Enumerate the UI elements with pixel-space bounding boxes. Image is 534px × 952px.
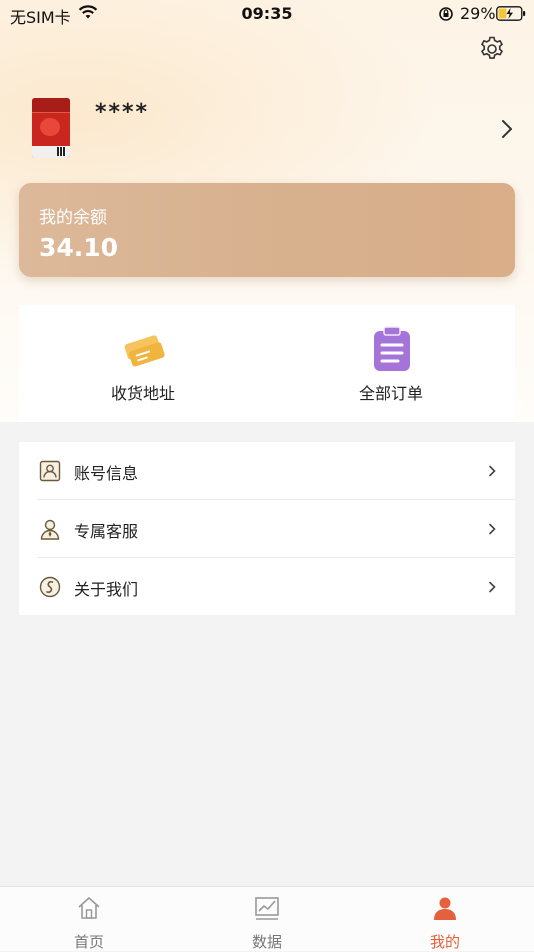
tab-bar: 首页 数据 我的 — [0, 886, 534, 951]
tab-mine-label: 我的 — [429, 933, 460, 951]
account-info-label: 账号信息 — [74, 464, 139, 483]
menu-item-account-info[interactable]: 账号信息 — [19, 442, 515, 499]
quick-actions: 收货地址 全部订单 — [19, 305, 515, 422]
about-icon — [39, 576, 61, 598]
about-us-label: 关于我们 — [74, 580, 139, 599]
menu-item-about-us[interactable]: 关于我们 — [19, 558, 515, 615]
orientation-lock-icon — [439, 7, 453, 21]
customer-service-icon — [40, 519, 60, 540]
gear-icon[interactable] — [478, 35, 506, 63]
balance-value: 34.10 — [39, 233, 119, 262]
chevron-right-icon — [489, 465, 496, 477]
tab-data-label: 数据 — [251, 933, 282, 951]
tab-home-label: 首页 — [73, 933, 104, 951]
tab-mine[interactable]: 我的 — [356, 887, 534, 951]
clipboard-icon — [374, 326, 410, 371]
shipping-address-label: 收货地址 — [110, 384, 175, 403]
home-icon — [78, 897, 100, 919]
chart-icon — [255, 897, 279, 920]
chevron-right-icon — [489, 581, 496, 593]
menu-item-customer-service[interactable]: 专属客服 — [19, 500, 515, 557]
battery-charging-icon — [496, 6, 526, 21]
ticket-icon — [124, 335, 165, 367]
settings-menu: 账号信息 专属客服 关于我们 — [19, 442, 515, 615]
customer-service-label: 专属客服 — [74, 522, 139, 541]
avatar-qr — [57, 147, 66, 156]
id-card-icon — [39, 460, 61, 482]
all-orders-button[interactable]: 全部订单 — [267, 305, 515, 422]
chevron-right-icon[interactable] — [498, 118, 516, 140]
avatar-flower — [40, 118, 60, 136]
username: **** — [95, 100, 150, 125]
tab-home[interactable]: 首页 — [0, 887, 178, 951]
all-orders-label: 全部订单 — [358, 384, 423, 403]
avatar-band — [32, 98, 70, 113]
header-glow — [0, 0, 534, 330]
status-bar: 无SIM卡 09:35 29% — [0, 0, 534, 28]
avatar[interactable] — [32, 98, 70, 158]
tab-data[interactable]: 数据 — [178, 887, 356, 951]
shipping-address-button[interactable]: 收货地址 — [19, 305, 267, 422]
chevron-right-icon — [489, 523, 496, 535]
user-icon — [434, 897, 456, 920]
battery-percent: 29% — [460, 4, 496, 23]
balance-card[interactable]: 我的余额 34.10 — [19, 183, 515, 277]
balance-label: 我的余额 — [39, 208, 107, 228]
